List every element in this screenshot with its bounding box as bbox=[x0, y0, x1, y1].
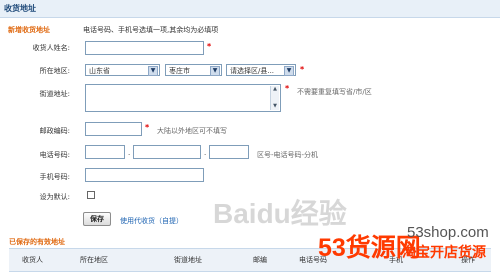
column-header: 邮编 bbox=[253, 256, 267, 264]
scrollbar[interactable]: ▲ ▼ bbox=[270, 86, 279, 110]
chevron-down-icon: ▼ bbox=[210, 66, 220, 76]
brand-watermark-site: 53shop.com bbox=[407, 224, 489, 241]
page-header: 收货地址 bbox=[0, 0, 500, 18]
self-pickup-link[interactable]: 使用代收货（自提） bbox=[120, 216, 183, 226]
chevron-down-icon: ▼ bbox=[284, 66, 294, 76]
page-title: 收货地址 bbox=[4, 4, 36, 13]
street-label: 街道地址: bbox=[39, 90, 70, 98]
required-mark: * bbox=[207, 42, 212, 51]
postcode-label: 邮政编码: bbox=[39, 127, 70, 135]
street-hint: 不需要重复填写省/市/区 bbox=[297, 88, 372, 96]
form-note: 电话号码、手机号选填一项,其余均为必填项 bbox=[83, 26, 219, 34]
street-textarea[interactable]: ▲ ▼ bbox=[85, 84, 281, 112]
chevron-down-icon: ▼ bbox=[148, 66, 158, 76]
required-mark: * bbox=[145, 123, 150, 132]
baidu-watermark: Baidu经验 bbox=[213, 198, 347, 229]
province-select[interactable]: 山东省 ▼ bbox=[85, 64, 160, 76]
section-title: 新增收货地址 bbox=[8, 26, 50, 34]
district-value: 请选择区/县... bbox=[230, 67, 275, 75]
recipient-label: 收货人姓名: bbox=[32, 44, 70, 52]
phone-area-input[interactable] bbox=[85, 145, 125, 159]
city-select[interactable]: 枣庄市 ▼ bbox=[165, 64, 222, 76]
required-mark: * bbox=[285, 84, 290, 93]
region-label: 所在地区: bbox=[39, 67, 70, 75]
phone-extension-input[interactable] bbox=[209, 145, 249, 159]
postcode-input[interactable] bbox=[85, 122, 142, 136]
default-checkbox[interactable] bbox=[87, 191, 95, 199]
mobile-label: 手机号码: bbox=[39, 173, 70, 181]
saved-addresses-title: 已保存的有效地址 bbox=[9, 238, 65, 246]
phone-separator: . bbox=[128, 149, 131, 157]
required-mark: * bbox=[300, 65, 305, 74]
city-value: 枣庄市 bbox=[169, 67, 190, 75]
postcode-hint: 大陆以外地区可不填写 bbox=[157, 127, 227, 135]
scroll-up-icon[interactable]: ▲ bbox=[271, 86, 279, 93]
brand-watermark-sub: 淘宝开店货源 bbox=[402, 244, 486, 260]
phone-separator: . bbox=[204, 149, 207, 157]
province-value: 山东省 bbox=[89, 67, 110, 75]
district-select[interactable]: 请选择区/县... ▼ bbox=[226, 64, 296, 76]
scroll-down-icon[interactable]: ▼ bbox=[271, 103, 279, 110]
default-label: 设为默认: bbox=[39, 193, 70, 201]
mobile-input[interactable] bbox=[85, 168, 204, 182]
column-header: 所在地区 bbox=[80, 256, 108, 264]
phone-label: 电话号码: bbox=[39, 151, 70, 159]
phone-number-input[interactable] bbox=[133, 145, 201, 159]
phone-hint: 区号-电话号码-分机 bbox=[257, 151, 319, 159]
save-button[interactable]: 保存 bbox=[83, 212, 111, 226]
recipient-input[interactable] bbox=[85, 41, 204, 55]
column-header: 收货人 bbox=[22, 256, 43, 264]
column-header: 街道地址 bbox=[174, 256, 202, 264]
